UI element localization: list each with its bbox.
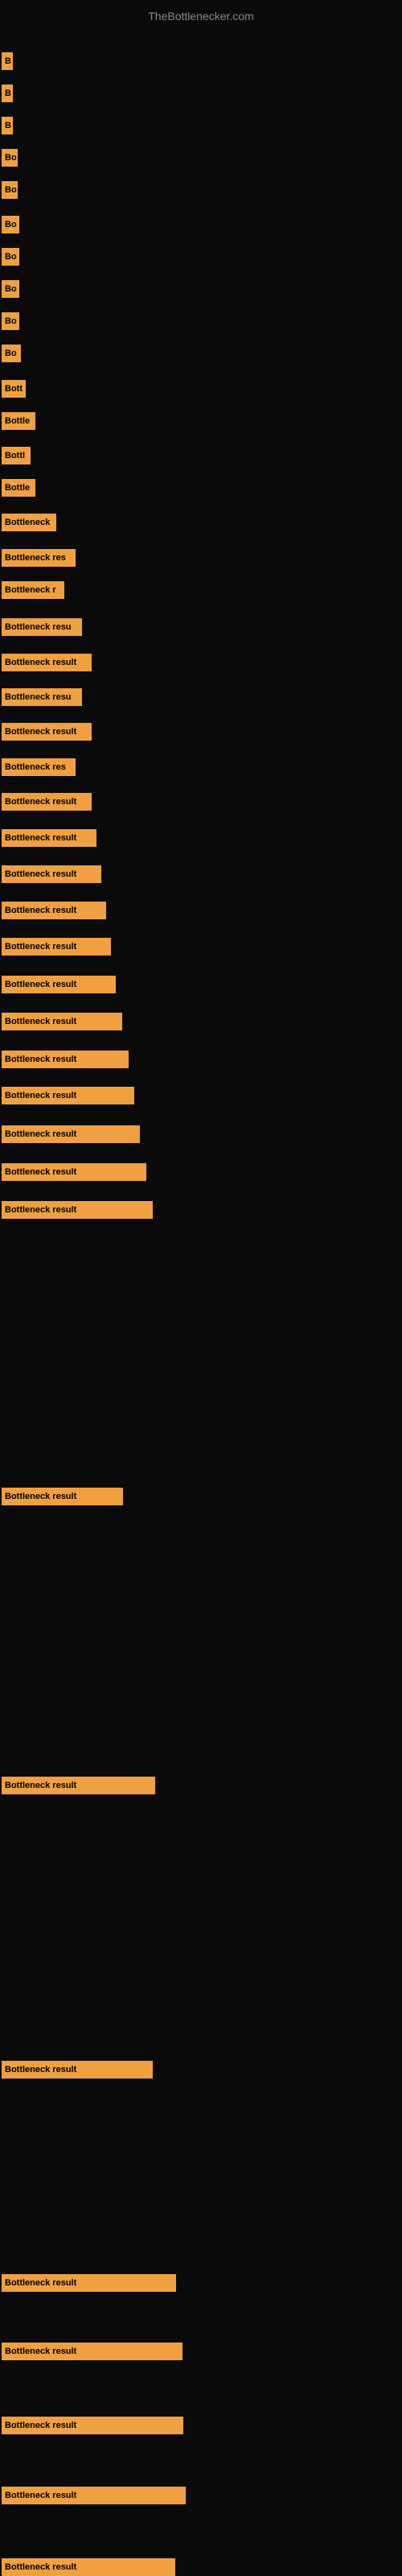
- bar-row: Bo: [2, 248, 19, 266]
- bar-row: Bottleneck result: [2, 2061, 153, 2079]
- bar-label: Bottleneck result: [2, 1013, 122, 1030]
- bar-label: Bo: [2, 248, 19, 266]
- bar-label: Bottleneck result: [2, 902, 106, 919]
- bar-label: Bottleneck result: [2, 1488, 123, 1505]
- bar-label: Bo: [2, 181, 18, 199]
- bar-row: Bottleneck resu: [2, 688, 82, 706]
- bar-label: Bottleneck result: [2, 1125, 140, 1143]
- bar-row: Bott: [2, 380, 26, 398]
- bar-label: Bottleneck result: [2, 2558, 175, 2576]
- bar-label: Bottleneck result: [2, 1777, 155, 1794]
- bar-row: Bottleneck result: [2, 1488, 123, 1505]
- bar-label: Bottl: [2, 447, 31, 464]
- bar-row: Bottleneck: [2, 514, 56, 531]
- bar-row: B: [2, 117, 13, 134]
- bar-row: Bottleneck result: [2, 1777, 155, 1794]
- bar-label: Bottle: [2, 479, 35, 497]
- bar-row: Bottleneck result: [2, 2343, 183, 2360]
- bar-label: Bott: [2, 380, 26, 398]
- bar-label: Bottleneck res: [2, 549, 76, 567]
- bar-row: Bo: [2, 181, 18, 199]
- bar-label: Bottleneck result: [2, 2343, 183, 2360]
- bar-label: Bottleneck result: [2, 654, 92, 671]
- bar-row: Bottleneck result: [2, 2417, 183, 2434]
- bar-label: Bottleneck result: [2, 829, 96, 847]
- bar-label: Bottleneck result: [2, 938, 111, 956]
- bar-row: Bottleneck result: [2, 829, 96, 847]
- bar-label: Bo: [2, 312, 19, 330]
- bar-row: Bottleneck result: [2, 2487, 186, 2504]
- bar-label: B: [2, 117, 13, 134]
- site-title: TheBottlenecker.com: [0, 3, 402, 29]
- bar-row: Bo: [2, 216, 19, 233]
- bar-row: Bottleneck result: [2, 1201, 153, 1219]
- bar-row: Bo: [2, 280, 19, 298]
- bar-label: Bottleneck result: [2, 793, 92, 811]
- bar-row: Bottleneck result: [2, 938, 111, 956]
- bar-row: B: [2, 52, 13, 70]
- bar-label: Bottleneck resu: [2, 618, 82, 636]
- bar-row: Bottleneck result: [2, 1051, 129, 1068]
- bar-row: Bottleneck result: [2, 2558, 175, 2576]
- bar-label: Bottleneck result: [2, 976, 116, 993]
- bar-label: Bo: [2, 345, 21, 362]
- bar-label: Bottle: [2, 412, 35, 430]
- bar-row: Bottl: [2, 447, 31, 464]
- bar-row: Bottleneck result: [2, 1087, 134, 1104]
- bar-row: Bottleneck result: [2, 1013, 122, 1030]
- bar-row: Bo: [2, 345, 21, 362]
- bar-label: B: [2, 85, 13, 102]
- bar-row: Bottle: [2, 412, 35, 430]
- bar-row: Bottleneck result: [2, 654, 92, 671]
- bar-label: Bottleneck result: [2, 1051, 129, 1068]
- bar-label: Bottleneck result: [2, 723, 92, 741]
- bar-label: Bottleneck result: [2, 2417, 183, 2434]
- bar-label: B: [2, 52, 13, 70]
- bar-label: Bottleneck result: [2, 865, 101, 883]
- bar-label: Bottleneck result: [2, 2274, 176, 2292]
- bar-row: Bottleneck res: [2, 758, 76, 776]
- bar-row: Bottleneck result: [2, 902, 106, 919]
- bar-label: Bottleneck result: [2, 1163, 146, 1181]
- bar-label: Bo: [2, 149, 18, 167]
- bar-row: Bottle: [2, 479, 35, 497]
- bar-row: Bo: [2, 149, 18, 167]
- bar-label: Bottleneck: [2, 514, 56, 531]
- bar-label: Bottleneck r: [2, 581, 64, 599]
- bar-label: Bottleneck result: [2, 2487, 186, 2504]
- bar-row: Bottleneck result: [2, 1163, 146, 1181]
- bar-row: Bo: [2, 312, 19, 330]
- bar-row: Bottleneck res: [2, 549, 76, 567]
- bar-row: Bottleneck result: [2, 723, 92, 741]
- bar-label: Bottleneck result: [2, 2061, 153, 2079]
- bar-row: Bottleneck result: [2, 793, 92, 811]
- bar-row: Bottleneck r: [2, 581, 64, 599]
- bar-row: Bottleneck result: [2, 865, 101, 883]
- bar-row: Bottleneck result: [2, 2274, 176, 2292]
- bar-label: Bo: [2, 216, 19, 233]
- bar-row: B: [2, 85, 13, 102]
- bar-label: Bottleneck result: [2, 1201, 153, 1219]
- bar-label: Bottleneck res: [2, 758, 76, 776]
- bar-row: Bottleneck result: [2, 976, 116, 993]
- bar-label: Bottleneck result: [2, 1087, 134, 1104]
- bar-row: Bottleneck resu: [2, 618, 82, 636]
- bar-label: Bo: [2, 280, 19, 298]
- bar-label: Bottleneck resu: [2, 688, 82, 706]
- bar-row: Bottleneck result: [2, 1125, 140, 1143]
